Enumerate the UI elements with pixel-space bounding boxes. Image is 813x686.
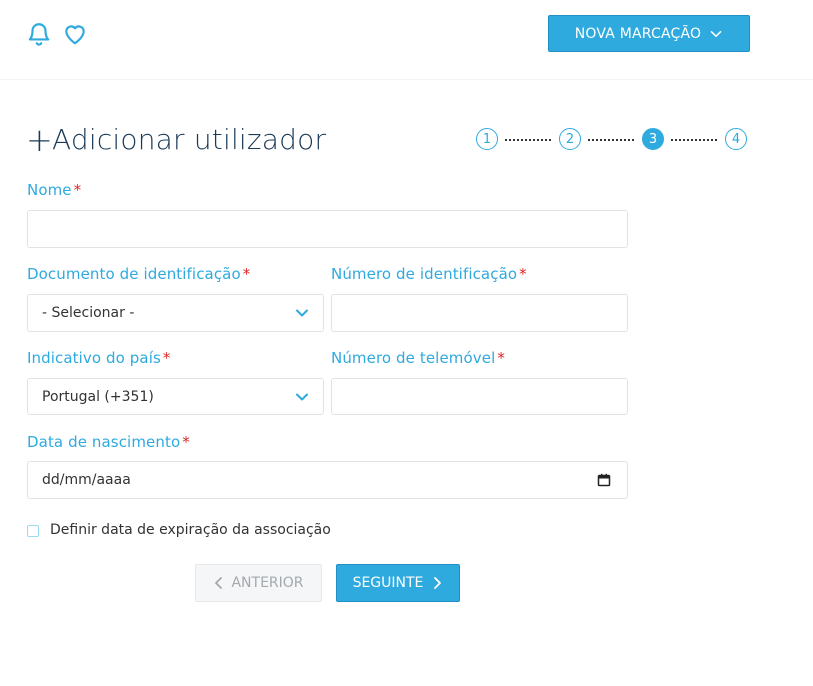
required-mark: *: [73, 181, 82, 199]
chevron-left-icon: [215, 577, 223, 589]
calendar-icon[interactable]: [597, 473, 611, 487]
previous-button-label: ANTERIOR: [231, 575, 304, 591]
chevron-right-icon: [434, 577, 442, 589]
country-code-label-text: Indicativo do país: [27, 349, 161, 367]
document-label-text: Documento de identificação: [27, 265, 241, 283]
expiry-checkbox-label[interactable]: Definir data de expiração da associação: [50, 522, 331, 538]
birthdate-label: Data de nascimento *: [27, 433, 190, 451]
document-label: Documento de identificação *: [27, 265, 250, 283]
step-connector: [671, 139, 717, 141]
new-booking-label: NOVA MARCAÇÃO: [574, 25, 702, 42]
step-1: 1: [476, 128, 498, 150]
name-label: Nome *: [27, 181, 81, 199]
next-button-label: SEGUINTE: [352, 575, 424, 591]
id-number-label-text: Número de identificação: [331, 265, 518, 283]
id-number-input[interactable]: [346, 294, 627, 332]
required-mark: *: [182, 433, 190, 451]
step-2: 2: [559, 128, 581, 150]
name-input[interactable]: [42, 210, 627, 248]
name-field[interactable]: [27, 210, 628, 248]
next-button[interactable]: SEGUINTE: [336, 564, 460, 602]
previous-button[interactable]: ANTERIOR: [195, 564, 322, 602]
step-3-current: 3: [642, 128, 664, 150]
step-connector: [588, 139, 634, 141]
required-mark: *: [162, 349, 171, 367]
name-label-text: Nome: [27, 181, 72, 199]
new-booking-button[interactable]: NOVA MARCAÇÃO: [548, 15, 750, 52]
birthdate-field[interactable]: dd/mm/aaaa: [27, 461, 628, 499]
country-code-value: Portugal (+351): [42, 388, 154, 405]
required-mark: *: [519, 265, 527, 283]
id-number-field[interactable]: [331, 294, 628, 332]
document-select[interactable]: - Selecionar -: [27, 294, 324, 332]
phone-label-text: Número de telemóvel: [331, 349, 496, 367]
birthdate-placeholder: dd/mm/aaaa: [42, 472, 131, 488]
bell-icon[interactable]: [26, 21, 52, 47]
chevron-down-icon: [710, 30, 722, 37]
stepper: 1 2 3 4: [0, 128, 813, 152]
phone-field[interactable]: [331, 378, 628, 415]
chevron-down-icon: [296, 309, 308, 317]
phone-input[interactable]: [346, 378, 627, 415]
id-number-label: Número de identificação *: [331, 265, 527, 283]
step-4: 4: [725, 128, 747, 150]
chevron-down-icon: [296, 393, 308, 400]
birthdate-label-text: Data de nascimento: [27, 433, 181, 451]
phone-label: Número de telemóvel *: [331, 349, 505, 367]
document-select-value: - Selecionar -: [42, 305, 135, 321]
required-mark: *: [242, 265, 251, 283]
country-code-label: Indicativo do país *: [27, 349, 171, 367]
required-mark: *: [497, 349, 505, 367]
country-code-select[interactable]: Portugal (+351): [27, 378, 324, 415]
step-connector: [505, 139, 551, 141]
heart-icon[interactable]: [62, 21, 88, 47]
expiry-checkbox[interactable]: [27, 525, 39, 537]
top-header: NOVA MARCAÇÃO: [0, 0, 813, 80]
